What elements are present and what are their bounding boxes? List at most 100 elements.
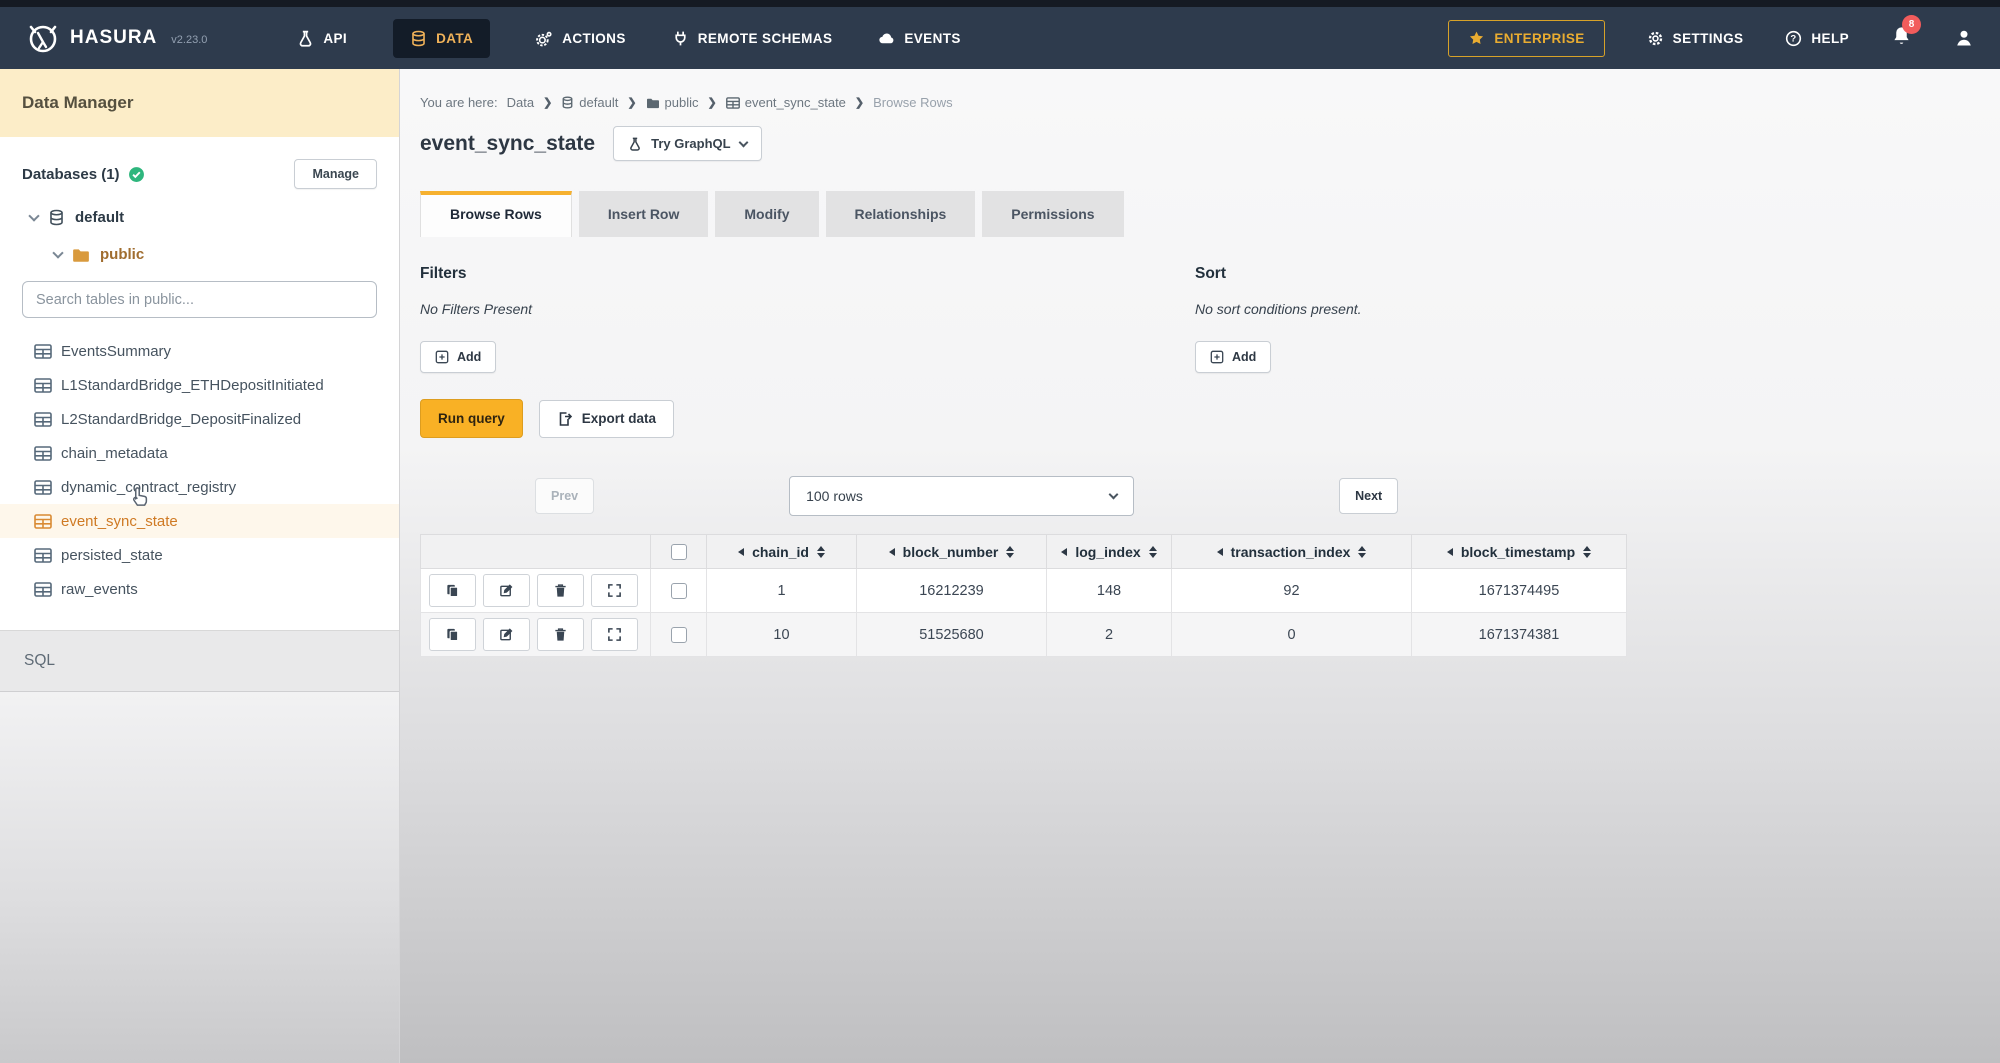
table-list-item[interactable]: raw_events xyxy=(0,572,399,606)
collapse-column-icon[interactable] xyxy=(889,548,895,556)
nav-item-label: ACTIONS xyxy=(562,31,626,46)
add-filter-button[interactable]: Add xyxy=(420,341,496,373)
query-action-row: Run query Export data xyxy=(420,399,2000,438)
plug-icon xyxy=(672,30,689,47)
column-header-transaction-index[interactable]: transaction_index xyxy=(1172,535,1412,569)
sort-icon[interactable] xyxy=(817,546,825,558)
try-graphql-button[interactable]: Try GraphQL xyxy=(613,126,761,161)
breadcrumb-item-public[interactable]: public xyxy=(646,95,699,110)
table-list-item[interactable]: chain_metadata xyxy=(0,436,399,470)
hasura-brand[interactable]: HASURA v2.23.0 xyxy=(26,21,207,55)
table-list-item-label: event_sync_state xyxy=(61,513,178,530)
rows-per-page-select[interactable]: 100 rows xyxy=(789,476,1134,516)
breadcrumb-label: event_sync_state xyxy=(745,95,846,110)
expand-row-button[interactable] xyxy=(591,574,638,607)
expand-icon xyxy=(607,627,622,642)
table-list-item[interactable]: EventsSummary xyxy=(0,334,399,368)
breadcrumb-item-browse-rows: Browse Rows xyxy=(873,95,952,110)
breadcrumb-item-table[interactable]: event_sync_state xyxy=(726,95,846,110)
breadcrumb-item-data[interactable]: Data xyxy=(507,95,534,110)
tree-item-label: public xyxy=(100,246,144,263)
collapse-column-icon[interactable] xyxy=(1217,548,1223,556)
clone-row-button[interactable] xyxy=(429,574,476,607)
row-checkbox[interactable] xyxy=(671,627,687,643)
column-header-block-timestamp[interactable]: block_timestamp xyxy=(1412,535,1627,569)
column-header-chain-id[interactable]: chain_id xyxy=(707,535,857,569)
enterprise-button[interactable]: ENTERPRISE xyxy=(1448,20,1604,57)
edit-row-button[interactable] xyxy=(483,618,530,651)
next-page-button[interactable]: Next xyxy=(1339,478,1398,514)
row-checkbox[interactable] xyxy=(671,583,687,599)
tree-item-public-schema[interactable]: public xyxy=(0,246,399,263)
nav-item-label: API xyxy=(323,31,347,46)
tab-insert-row[interactable]: Insert Row xyxy=(579,191,709,237)
hasura-console: HASURA v2.23.0 API DATA xyxy=(0,0,2000,1063)
table-list-item[interactable]: L1StandardBridge_ETHDepositInitiated xyxy=(0,368,399,402)
table-list-item-label: raw_events xyxy=(61,581,138,598)
row-select-cell xyxy=(651,613,707,657)
database-icon xyxy=(410,30,427,47)
tree-item-default-db[interactable]: default xyxy=(0,209,399,226)
nav-item-actions[interactable]: ACTIONS xyxy=(536,30,626,47)
filters-section: Filters No Filters Present Add xyxy=(420,265,1195,373)
edit-icon xyxy=(499,583,514,598)
collapse-column-icon[interactable] xyxy=(1447,548,1453,556)
column-header-label: block_timestamp xyxy=(1461,544,1575,560)
column-header-block-number[interactable]: block_number xyxy=(857,535,1047,569)
tab-permissions[interactable]: Permissions xyxy=(982,191,1123,237)
clone-row-button[interactable] xyxy=(429,618,476,651)
export-data-button[interactable]: Export data xyxy=(539,400,674,438)
breadcrumb-item-default[interactable]: default xyxy=(561,95,618,110)
gears-icon xyxy=(536,30,553,47)
delete-row-button[interactable] xyxy=(537,574,584,607)
column-header-log-index[interactable]: log_index xyxy=(1047,535,1172,569)
nav-item-data[interactable]: DATA xyxy=(393,19,490,58)
collapse-column-icon[interactable] xyxy=(738,548,744,556)
sort-icon[interactable] xyxy=(1006,546,1014,558)
sort-icon[interactable] xyxy=(1583,546,1591,558)
expand-row-button[interactable] xyxy=(591,618,638,651)
select-all-header-cell xyxy=(651,535,707,569)
sort-icon[interactable] xyxy=(1149,546,1157,558)
select-all-checkbox[interactable] xyxy=(671,544,687,560)
search-input[interactable] xyxy=(22,281,377,318)
nav-item-remote-schemas[interactable]: REMOTE SCHEMAS xyxy=(672,30,833,47)
notifications-button[interactable]: 8 xyxy=(1891,25,1912,51)
tab-modify[interactable]: Modify xyxy=(715,191,818,237)
table-list-item[interactable]: dynamic_contract_registry xyxy=(0,470,399,504)
table-icon xyxy=(726,97,740,109)
top-navbar: HASURA v2.23.0 API DATA xyxy=(0,7,2000,69)
delete-row-button[interactable] xyxy=(537,618,584,651)
nav-item-api[interactable]: API xyxy=(297,30,347,47)
star-icon xyxy=(1468,30,1485,47)
table-icon xyxy=(34,582,52,597)
table-list-item[interactable]: L2StandardBridge_DepositFinalized xyxy=(0,402,399,436)
edit-row-button[interactable] xyxy=(483,574,530,607)
manage-button[interactable]: Manage xyxy=(294,159,377,189)
tab-relationships[interactable]: Relationships xyxy=(826,191,976,237)
sidebar-item-sql[interactable]: SQL xyxy=(0,630,399,692)
chevron-down-icon[interactable] xyxy=(28,210,39,221)
tab-browse-rows[interactable]: Browse Rows xyxy=(420,191,572,237)
collapse-column-icon[interactable] xyxy=(1061,548,1067,556)
svg-text:?: ? xyxy=(1791,33,1797,44)
nav-item-events[interactable]: EVENTS xyxy=(878,30,960,47)
breadcrumb-label: default xyxy=(579,95,618,110)
brand-name: HASURA xyxy=(70,27,157,49)
table-list-item-selected[interactable]: event_sync_state xyxy=(0,504,399,538)
prev-page-button[interactable]: Prev xyxy=(535,478,594,514)
run-query-button[interactable]: Run query xyxy=(420,399,523,438)
sort-icon[interactable] xyxy=(1358,546,1366,558)
table-list-item[interactable]: persisted_state xyxy=(0,538,399,572)
add-sort-button[interactable]: Add xyxy=(1195,341,1271,373)
cloud-icon xyxy=(878,30,895,47)
settings-button[interactable]: SETTINGS xyxy=(1647,30,1744,47)
rows-per-page-value: 100 rows xyxy=(806,488,863,504)
help-button[interactable]: ? HELP xyxy=(1785,30,1849,47)
user-icon[interactable] xyxy=(1954,28,1974,48)
chevron-down-icon[interactable] xyxy=(52,247,63,258)
help-icon: ? xyxy=(1785,30,1802,47)
gear-icon xyxy=(1647,30,1664,47)
table-icon xyxy=(34,480,52,495)
trash-icon xyxy=(553,583,568,598)
